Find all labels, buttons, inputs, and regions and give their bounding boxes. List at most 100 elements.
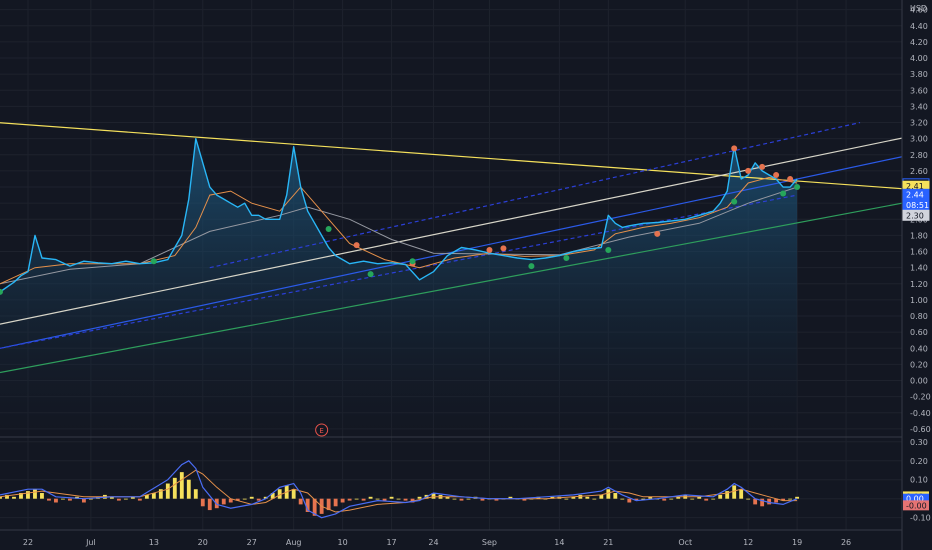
sell-signal-marker[interactable] (745, 167, 752, 174)
price-axis-tick-label: 0.00 (910, 377, 928, 386)
macd-histogram-bar (368, 496, 373, 499)
macd-histogram-bar (690, 498, 695, 500)
time-axis-tick-label: Aug (286, 538, 302, 547)
buy-signal-marker[interactable] (780, 190, 787, 197)
time-axis-tick-label: 21 (603, 538, 613, 547)
buy-signal-marker[interactable] (563, 255, 570, 262)
macd-histogram-bar (193, 489, 198, 499)
macd-histogram-bar (592, 498, 597, 500)
sell-signal-marker[interactable] (731, 145, 738, 152)
time-axis-tick-label: 13 (149, 538, 159, 547)
time-axis-tick-label: 12 (743, 538, 753, 547)
price-axis-tick-label: 1.20 (910, 280, 928, 289)
sell-signal-marker[interactable] (787, 175, 794, 182)
buy-signal-marker[interactable] (731, 198, 738, 205)
macd-histogram-bar (249, 496, 254, 499)
macd-histogram-bar (669, 498, 674, 500)
stock-chart[interactable]: E USD 4.604.404.204.003.803.603.403.203.… (0, 0, 932, 550)
macd-axis-tick-label: 0.10 (910, 476, 928, 485)
time-axis-tick-label: Sep (482, 538, 497, 547)
buy-signal-marker[interactable] (605, 246, 612, 253)
macd-histogram-bar (221, 498, 226, 505)
macd-histogram-bar (606, 489, 611, 499)
macd-histogram-bar (47, 498, 51, 501)
macd-histogram-bar (186, 479, 191, 499)
macd-histogram-bar (116, 498, 121, 501)
macd-histogram-bar (711, 498, 716, 500)
macd-histogram-bar (466, 498, 471, 500)
time-axis-tick-label: 27 (247, 538, 257, 547)
macd-histogram-bar (347, 498, 352, 501)
macd-histogram-bar (375, 498, 380, 500)
buy-signal-marker[interactable] (325, 225, 332, 232)
price-axis-tick-label: 1.80 (910, 231, 928, 240)
macd-histogram-bar (12, 496, 16, 499)
time-axis-tick-label: 20 (198, 538, 208, 547)
macd-axis-tick-label: -0.10 (910, 514, 931, 523)
time-axis-tick-label: Oct (678, 538, 692, 547)
macd-histogram-bar (61, 498, 65, 500)
macd-histogram-bar (620, 498, 625, 500)
macd-histogram-bar (795, 496, 800, 499)
macd-histogram-bar (26, 491, 30, 499)
buy-signal-marker[interactable] (367, 271, 374, 278)
macd-histogram-bar (33, 489, 37, 499)
sell-signal-marker[interactable] (654, 230, 661, 237)
macd-histogram-bar (172, 477, 177, 499)
macd-axis-tick-label: 0.20 (910, 457, 928, 466)
macd-histogram-bar (480, 498, 485, 501)
macd-tag-text: -0.00 (906, 501, 927, 510)
macd-histogram-bar (361, 498, 366, 501)
macd-histogram-bar (382, 498, 387, 501)
macd-histogram-bar (123, 498, 128, 500)
time-axis-tick-label: 22 (23, 538, 33, 547)
macd-histogram-bar (417, 496, 422, 499)
macd-histogram-bar (40, 493, 44, 499)
buy-signal-marker[interactable] (150, 258, 157, 265)
earnings-label: E (319, 427, 323, 435)
price-axis-tick-label: 4.60 (910, 6, 928, 15)
macd-histogram-bar (207, 498, 212, 511)
price-axis-tick-label: 1.00 (910, 296, 928, 305)
time-axis-tick-label: 24 (428, 538, 438, 547)
price-axis-tick-label: 3.80 (910, 70, 928, 79)
price-tag-text: 2.30 (906, 211, 924, 220)
buy-signal-marker[interactable] (794, 184, 801, 191)
price-axis-tick-label: 2.60 (910, 167, 928, 176)
macd-histogram-bar (340, 498, 345, 503)
sell-signal-marker[interactable] (486, 246, 493, 253)
sell-signal-marker[interactable] (500, 245, 507, 252)
price-axis-tick-label: 3.40 (910, 102, 928, 111)
time-axis-tick-label: Jul (85, 538, 96, 547)
macd-histogram-bar (452, 498, 457, 500)
earnings-marker[interactable]: E (315, 423, 329, 437)
macd-histogram-bar (459, 498, 464, 501)
buy-signal-marker[interactable] (528, 263, 535, 270)
sell-signal-marker[interactable] (759, 163, 766, 170)
macd-histogram-bar (54, 498, 58, 503)
price-axis-tick-label: 4.00 (910, 54, 928, 63)
price-axis-tick-label: 3.20 (910, 119, 928, 128)
macd-histogram-bar (662, 498, 667, 501)
price-axis-tick-label: 4.20 (910, 38, 928, 47)
sell-signal-marker[interactable] (773, 171, 780, 178)
price-axis-tick-label: 1.60 (910, 248, 928, 257)
macd-axis-tick-label: 0.30 (910, 438, 928, 447)
time-axis-tick-label: 19 (792, 538, 802, 547)
macd-histogram-bar (739, 489, 744, 499)
buy-signal-marker[interactable] (409, 258, 416, 265)
macd-histogram-bar (200, 498, 205, 507)
time-axis-tick-label: 17 (386, 538, 396, 547)
macd-histogram-bar (333, 498, 338, 507)
time-axis-tick-label: 26 (841, 538, 851, 547)
sell-signal-marker[interactable] (353, 242, 360, 249)
price-axis-tick-label: 0.80 (910, 312, 928, 321)
macd-histogram-bar (256, 498, 261, 501)
macd-histogram-bar (564, 498, 569, 500)
price-axis-tick-label: -0.60 (910, 425, 931, 434)
price-tag-text: 08:51 (906, 201, 929, 210)
price-axis-tick-label: 1.40 (910, 264, 928, 273)
macd-histogram-bar (732, 485, 737, 499)
price-axis-tick-label: 3.00 (910, 135, 928, 144)
macd-histogram-bar (403, 498, 408, 501)
